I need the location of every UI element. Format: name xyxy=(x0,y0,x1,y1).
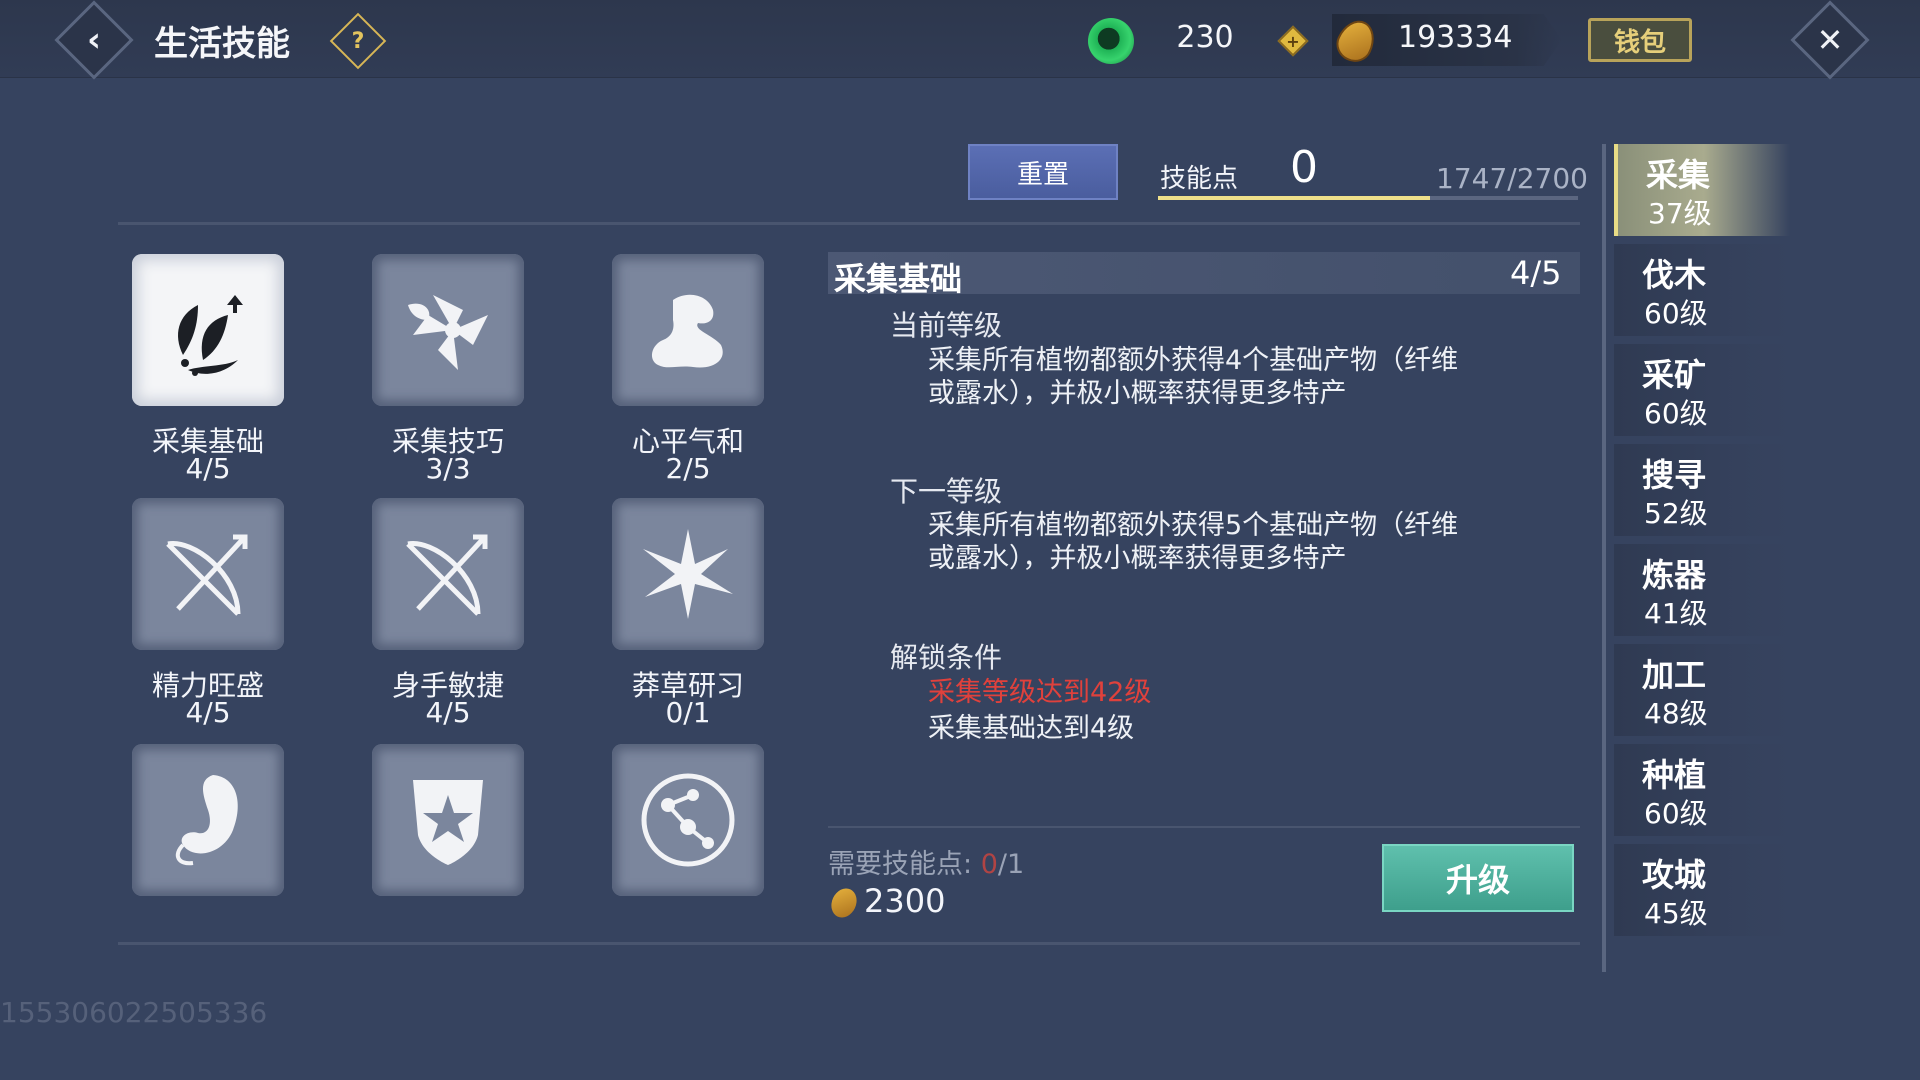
tab-level: 60级 xyxy=(1644,297,1708,330)
tab-level: 48级 xyxy=(1644,697,1708,730)
skill-point-cost: 需要技能点: 0/1 xyxy=(828,842,1024,881)
tab-level: 60级 xyxy=(1644,397,1708,430)
tab-planting[interactable]: 种植 60级 xyxy=(1614,744,1790,836)
skill-level: 4/5 xyxy=(185,452,231,485)
skill-points-label: 技能点 xyxy=(1160,164,1239,194)
xp-progress-fill xyxy=(1158,196,1430,200)
tab-name: 搜寻 xyxy=(1642,456,1707,494)
tab-name: 种植 xyxy=(1642,756,1707,794)
tab-name: 加工 xyxy=(1642,656,1707,694)
upgrade-button[interactable]: 升级 xyxy=(1382,844,1574,912)
coin-icon xyxy=(826,884,862,922)
skill-card[interactable] xyxy=(334,744,554,924)
skill-card[interactable]: 采集技巧 3/3 xyxy=(334,254,554,494)
tab-level: 45级 xyxy=(1644,897,1708,930)
tab-level: 52级 xyxy=(1644,497,1708,530)
tab-name: 伐木 xyxy=(1642,256,1707,294)
gold-cost: 2300 xyxy=(864,882,946,920)
constellation-icon xyxy=(612,744,764,896)
skill-card[interactable]: 身手敏捷 4/5 xyxy=(334,498,554,738)
skill-card[interactable]: 心平气和 2/5 xyxy=(574,254,794,494)
plus-icon: + xyxy=(1286,31,1300,51)
jade-amount: 230 xyxy=(1176,20,1234,55)
spiky-flower-icon xyxy=(612,498,764,650)
chevron-left-icon: ‹ xyxy=(86,20,101,60)
bow-arrow-icon xyxy=(132,498,284,650)
tab-name: 采矿 xyxy=(1642,356,1707,394)
skill-level: 2/5 xyxy=(665,452,711,485)
close-icon: ✕ xyxy=(1816,21,1844,59)
skill-level: 0/1 xyxy=(665,696,711,729)
coin-amount: 193334 xyxy=(1398,20,1513,55)
xp-progress-text: 1747/2700 xyxy=(1436,162,1588,195)
tab-processing[interactable]: 加工 48级 xyxy=(1614,644,1790,736)
bow-arrow-icon xyxy=(372,498,524,650)
unlock-condition-unmet: 采集等级达到42级 xyxy=(928,677,1152,708)
skill-level: 4/5 xyxy=(425,696,471,729)
player-id: 155306022505336 xyxy=(0,996,268,1029)
unlock-title: 解锁条件 xyxy=(890,641,1003,674)
stomach-icon xyxy=(132,744,284,896)
tab-level: 37级 xyxy=(1648,197,1712,230)
reset-button[interactable]: 重置 xyxy=(968,144,1118,200)
skill-card[interactable]: 精力旺盛 4/5 xyxy=(94,498,314,738)
jade-currency-icon xyxy=(1088,18,1134,64)
tab-mining[interactable]: 采矿 60级 xyxy=(1614,344,1790,436)
tabs-divider xyxy=(1602,144,1606,972)
bottom-divider xyxy=(118,942,1580,945)
star-shield-icon xyxy=(372,744,524,896)
top-divider xyxy=(118,222,1580,225)
tab-name: 采集 xyxy=(1646,156,1711,194)
detail-title: 采集基础 xyxy=(834,260,963,298)
tab-level: 60级 xyxy=(1644,797,1708,830)
tab-name: 攻城 xyxy=(1642,856,1707,894)
page-title: 生活技能 xyxy=(154,24,290,64)
skill-level: 3/3 xyxy=(425,452,471,485)
tab-name: 炼器 xyxy=(1642,556,1707,594)
skill-card[interactable] xyxy=(94,744,314,924)
skill-card[interactable]: 莽草研习 0/1 xyxy=(574,498,794,738)
tab-refining[interactable]: 炼器 41级 xyxy=(1614,544,1790,636)
tab-gathering[interactable]: 采集 37级 xyxy=(1614,144,1790,236)
tab-logging[interactable]: 伐木 60级 xyxy=(1614,244,1790,336)
skill-level: 4/5 xyxy=(185,696,231,729)
xp-progress-bar xyxy=(1158,196,1578,200)
cost-need: /1 xyxy=(997,849,1025,880)
unlock-condition-met: 采集基础达到4级 xyxy=(928,713,1135,744)
muscle-arm-icon xyxy=(612,254,764,406)
cost-label: 需要技能点: xyxy=(828,849,973,880)
skill-points-value: 0 xyxy=(1290,142,1318,193)
tab-searching[interactable]: 搜寻 52级 xyxy=(1614,444,1790,536)
flower-icon xyxy=(372,254,524,406)
wallet-button[interactable]: 钱包 xyxy=(1588,18,1692,62)
detail-level: 4/5 xyxy=(1510,254,1562,292)
next-level-text: 采集所有植物都额外获得5个基础产物（纤维或露水），并极小概率获得更多特产 xyxy=(928,510,1459,574)
current-level-text: 采集所有植物都额外获得4个基础产物（纤维或露水），并极小概率获得更多特产 xyxy=(928,345,1459,409)
next-level-title: 下一等级 xyxy=(890,475,1003,508)
tab-siege[interactable]: 攻城 45级 xyxy=(1614,844,1790,936)
cost-divider xyxy=(828,826,1580,828)
skill-card[interactable] xyxy=(574,744,794,924)
leaf-herb-icon xyxy=(132,254,284,406)
tab-level: 41级 xyxy=(1644,597,1708,630)
current-level-title: 当前等级 xyxy=(890,309,1003,342)
cost-have: 0 xyxy=(980,849,998,880)
skill-card[interactable]: 采集基础 4/5 xyxy=(94,254,314,494)
